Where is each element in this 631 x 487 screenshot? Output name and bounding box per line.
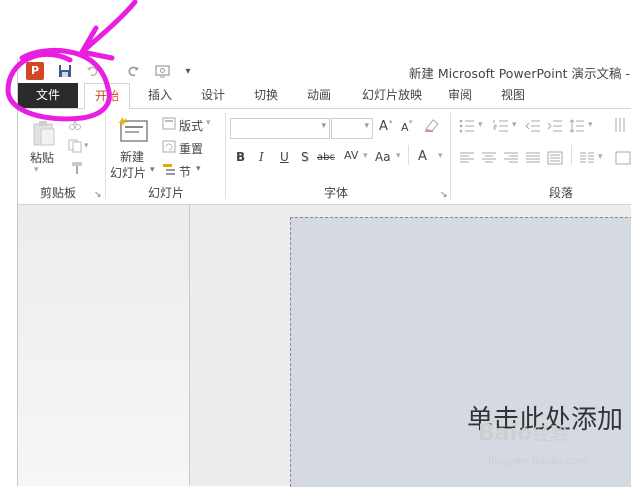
- slides-group: 新建 幻灯片 ▾ 版式 ▾ 重置 节 ▾ 幻灯片: [106, 109, 226, 204]
- text-shadow-button[interactable]: S: [301, 150, 309, 164]
- bullets-dropdown-icon[interactable]: ▾: [478, 120, 483, 130]
- ribbon-tabs: 文件 开始 插入 设计 切换 动画 幻灯片放映 审阅 视图: [18, 83, 631, 110]
- character-spacing-button[interactable]: AV: [344, 149, 358, 162]
- document-title: 新建 Microsoft PowerPoint 演示文稿 -: [408, 66, 630, 81]
- tab-animations[interactable]: 动画: [299, 83, 339, 108]
- paragraph-divider: [571, 145, 572, 165]
- layout-dropdown-icon[interactable]: ▾: [206, 118, 211, 128]
- grow-font-arrow-icon: ▴: [389, 117, 393, 125]
- undo-icon[interactable]: [84, 62, 102, 80]
- italic-button[interactable]: I: [259, 150, 264, 164]
- section-dropdown-icon[interactable]: ▾: [196, 164, 201, 174]
- bold-button[interactable]: B: [236, 150, 245, 164]
- font-divider: [408, 145, 409, 165]
- watermark-logo: Bai: [478, 421, 518, 446]
- font-group-label: 字体: [323, 186, 348, 200]
- annotation-arrow: [79, 0, 138, 61]
- title-bar: P ▾ 新建 Microsoft PowerPoint 演示文稿 -: [18, 58, 631, 83]
- grow-font-button[interactable]: A: [379, 119, 388, 134]
- new-slide-icon[interactable]: [118, 117, 150, 146]
- align-center-icon[interactable]: [481, 152, 497, 167]
- slides-group-label: 幻灯片: [147, 186, 184, 200]
- cut-icon[interactable]: [68, 117, 82, 134]
- font-name-combobox[interactable]: ▾: [230, 118, 330, 139]
- clear-formatting-icon[interactable]: [423, 117, 441, 136]
- tab-review[interactable]: 审阅: [440, 83, 480, 108]
- tab-home[interactable]: 开始: [84, 83, 130, 110]
- layout-icon[interactable]: [162, 117, 176, 133]
- baidu-watermark: Bai✿经验 jingyan.baidu.com: [478, 420, 590, 467]
- clipboard-group: 粘贴 ▾ ▾ 剪贴板 ↘: [18, 109, 105, 204]
- columns-dropdown-icon[interactable]: ▾: [598, 152, 603, 162]
- font-size-dropdown-icon[interactable]: ▾: [364, 121, 369, 131]
- change-case-button[interactable]: Aa: [375, 150, 391, 164]
- columns-icon[interactable]: [579, 152, 595, 167]
- bullets-icon[interactable]: [459, 119, 475, 136]
- section-button[interactable]: 节: [179, 163, 191, 180]
- change-case-dropdown-icon[interactable]: ▾: [396, 151, 401, 161]
- align-left-icon[interactable]: [459, 152, 475, 167]
- tab-insert[interactable]: 插入: [140, 83, 180, 108]
- clipboard-launcher-icon[interactable]: ↘: [94, 190, 102, 200]
- reset-button[interactable]: 重置: [179, 140, 203, 157]
- font-color-button[interactable]: A: [418, 149, 427, 164]
- paste-button[interactable]: 粘贴: [30, 149, 54, 166]
- watermark-logo-text: 经验: [532, 424, 569, 445]
- tab-design[interactable]: 设计: [193, 83, 233, 108]
- customize-qat-icon[interactable]: ▾: [179, 62, 197, 80]
- font-group: ▾ ▾ A ▴ A ▾ B I U S abc AV ▾ Aa ▾ A ▾ 字体…: [226, 109, 451, 204]
- new-slide-dropdown-icon[interactable]: ▾: [150, 165, 155, 175]
- powerpoint-icon[interactable]: P: [26, 62, 44, 80]
- character-spacing-dropdown-icon[interactable]: ▾: [363, 151, 368, 161]
- layout-button[interactable]: 版式: [179, 117, 203, 134]
- slide-thumbnail-pane[interactable]: [18, 205, 190, 486]
- underline-button[interactable]: U: [280, 150, 289, 164]
- paw-icon: ✿: [517, 424, 533, 445]
- tab-transitions[interactable]: 切换: [246, 83, 286, 108]
- paste-dropdown-icon[interactable]: ▾: [34, 165, 39, 175]
- tab-file[interactable]: 文件: [18, 83, 78, 108]
- copy-icon[interactable]: [68, 139, 84, 156]
- reset-icon[interactable]: [162, 140, 176, 156]
- increase-indent-icon[interactable]: [547, 119, 563, 136]
- numbering-dropdown-icon[interactable]: ▾: [512, 120, 517, 130]
- distributed-icon[interactable]: [547, 151, 563, 168]
- justify-icon[interactable]: [525, 152, 541, 167]
- tab-view[interactable]: 视图: [493, 83, 533, 108]
- font-name-dropdown-icon[interactable]: ▾: [321, 121, 326, 131]
- shrink-font-arrow-icon: ▾: [409, 118, 413, 126]
- line-spacing-icon[interactable]: [569, 119, 585, 136]
- paragraph-group: ▾ ▾ ▾ ▾ 段落: [451, 109, 631, 204]
- convert-smartart-icon[interactable]: [615, 151, 631, 168]
- shrink-font-button[interactable]: A: [401, 121, 409, 134]
- section-icon[interactable]: [162, 163, 176, 179]
- line-spacing-dropdown-icon[interactable]: ▾: [588, 120, 593, 130]
- new-slide-button[interactable]: 幻灯片: [110, 164, 146, 181]
- copy-dropdown-icon[interactable]: ▾: [84, 141, 89, 151]
- strikethrough-button[interactable]: abc: [317, 152, 335, 163]
- clipboard-group-label: 剪贴板: [39, 186, 76, 200]
- font-color-dropdown-icon[interactable]: ▾: [438, 151, 443, 161]
- present-from-start-icon[interactable]: [154, 62, 172, 80]
- format-painter-icon[interactable]: [70, 161, 84, 178]
- font-size-combobox[interactable]: ▾: [331, 118, 373, 139]
- ribbon-home: 粘贴 ▾ ▾ 剪贴板 ↘ 新建 幻灯片 ▾ 版式 ▾ 重置 节 ▾ 幻灯片 ▾ …: [18, 109, 631, 205]
- tab-slideshow[interactable]: 幻灯片放映: [352, 83, 432, 108]
- save-icon[interactable]: [56, 62, 74, 80]
- redo-icon[interactable]: [124, 62, 142, 80]
- align-right-icon[interactable]: [503, 152, 519, 167]
- numbering-icon[interactable]: [493, 119, 509, 136]
- text-direction-icon[interactable]: [613, 117, 629, 136]
- font-launcher-icon[interactable]: ↘: [440, 190, 448, 200]
- slide-canvas[interactable]: 单击此处添加: [290, 217, 631, 487]
- paragraph-group-label: 段落: [548, 186, 573, 200]
- new-slide-label-line1[interactable]: 新建: [120, 148, 144, 165]
- watermark-url: jingyan.baidu.com: [488, 454, 590, 467]
- paste-icon[interactable]: [30, 119, 58, 150]
- decrease-indent-icon[interactable]: [525, 119, 541, 136]
